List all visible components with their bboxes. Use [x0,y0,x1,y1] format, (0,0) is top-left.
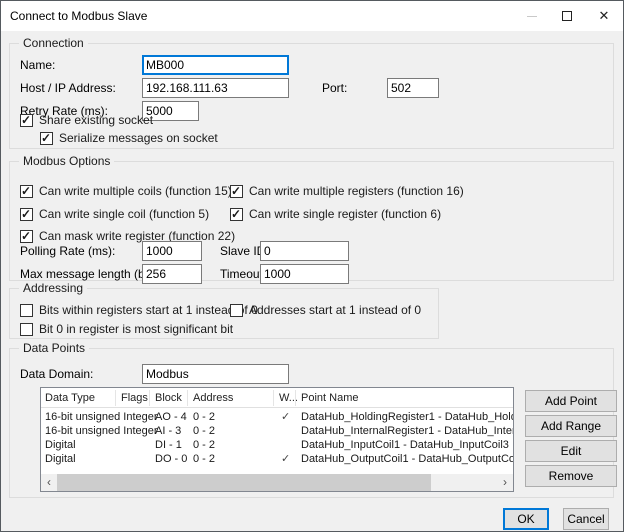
checkbox-box [40,132,53,145]
modbus-options-group: Modbus Options Can write multiple coils … [9,161,614,281]
cell-data-type: 16-bit unsigned Integer [45,410,158,424]
cell-block: AI - 3 [155,424,181,438]
cell-data-type: Digital [45,452,76,466]
checkbox-label: Serialize messages on socket [59,132,218,145]
addressing-group: Addressing Bits within registers start a… [9,288,439,339]
table-row[interactable]: 16-bit unsigned Integer AI - 3 0 - 2 Dat… [41,424,513,438]
cell-data-type: 16-bit unsigned Integer [45,424,158,438]
remove-button[interactable]: Remove [525,465,617,487]
data-points-group: Data Points Data Domain: Data Type Flags… [9,348,614,498]
slave-id-input[interactable] [260,241,349,261]
column-separator[interactable] [187,390,188,406]
checkbox-box [20,114,33,127]
minimize-button [515,1,549,31]
table-row[interactable]: 16-bit unsigned Integer AO - 4 0 - 2 ✓ D… [41,410,513,424]
column-header-point-name[interactable]: Point Name [301,388,358,408]
checkbox-box [230,304,243,317]
checkbox-label: Can write single register (function 6) [249,208,441,221]
name-label: Name: [20,55,55,75]
list-header: Data Type Flags Block Address W... Point… [41,388,513,408]
checkbox-box [20,323,33,336]
data-points-legend: Data Points [19,341,89,355]
column-header-flags[interactable]: Flags [121,388,148,408]
host-input[interactable] [142,78,289,98]
checkbox-box [230,185,243,198]
window-title: Connect to Modbus Slave [10,1,147,31]
connection-legend: Connection [19,36,88,50]
polling-rate-label: Polling Rate (ms): [20,241,115,261]
checkbox-box [230,208,243,221]
column-separator[interactable] [273,390,274,406]
addressing-legend: Addressing [19,281,87,295]
checkbox-box [20,208,33,221]
checkbox-box [20,304,33,317]
port-input[interactable] [387,78,439,98]
name-input[interactable] [142,55,289,75]
polling-rate-input[interactable] [142,241,202,261]
checkbox-label: Bits within registers start at 1 instead… [39,304,258,317]
checkbox-box [20,185,33,198]
checkbox-label: Can write multiple registers (function 1… [249,185,464,198]
data-domain-input[interactable] [142,364,289,384]
horizontal-scrollbar[interactable]: ‹ › [41,474,513,491]
scrollbar-thumb[interactable] [57,474,431,491]
cell-address: 0 - 2 [193,452,215,466]
checkbox-label: Share existing socket [39,114,153,127]
checkbox-label: Bit 0 in register is most significant bi… [39,323,233,336]
column-separator[interactable] [149,390,150,406]
checkbox-label: Can write single coil (function 5) [39,208,209,221]
maximize-icon [562,11,572,21]
cell-block: DI - 1 [155,438,182,452]
cell-address: 0 - 2 [193,424,215,438]
cell-address: 0 - 2 [193,410,215,424]
table-row[interactable]: Digital DO - 0 0 - 2 ✓ DataHub_OutputCoi… [41,452,513,466]
cell-address: 0 - 2 [193,438,215,452]
table-row[interactable]: Digital DI - 1 0 - 2 DataHub_InputCoil1 … [41,438,513,452]
cell-point-name: DataHub_OutputCoil1 - DataHub_OutputCoil… [301,452,514,466]
cell-block: AO - 4 [155,410,187,424]
maximize-button[interactable] [550,1,584,31]
cell-data-type: Digital [45,438,76,452]
cell-point-name: DataHub_InternalRegister1 - DataHub_Inte… [301,424,514,438]
scroll-right-icon[interactable]: › [497,474,513,491]
titlebar: Connect to Modbus Slave ✕ [1,1,623,31]
data-domain-label: Data Domain: [20,364,93,384]
timeout-input[interactable] [260,264,349,284]
column-header-block[interactable]: Block [155,388,182,408]
connect-to-modbus-slave-dialog: Connect to Modbus Slave ✕ Connection Nam… [0,0,624,532]
max-message-length-input[interactable] [142,264,202,284]
cell-point-name: DataHub_HoldingRegister1 - DataHub_Holdi… [301,410,514,424]
modbus-options-legend: Modbus Options [19,154,114,168]
cancel-button[interactable]: Cancel [563,508,609,530]
minimize-icon [527,16,537,17]
column-separator[interactable] [115,390,116,406]
writable-check-icon: ✓ [281,452,290,466]
column-separator[interactable] [295,390,296,406]
edit-button[interactable]: Edit [525,440,617,462]
writable-check-icon: ✓ [281,410,290,424]
close-icon: ✕ [599,1,610,31]
column-header-data-type[interactable]: Data Type [45,388,95,408]
checkbox-label: Can write multiple coils (function 15) [39,185,232,198]
cell-point-name: DataHub_InputCoil1 - DataHub_InputCoil3 [301,438,509,452]
add-point-button[interactable]: Add Point [525,390,617,412]
column-header-address[interactable]: Address [193,388,233,408]
ok-button[interactable]: OK [503,508,549,530]
add-range-button[interactable]: Add Range [525,415,617,437]
connection-group: Connection Name: Host / IP Address: Port… [9,43,614,149]
close-button[interactable]: ✕ [585,1,623,31]
checkbox-label: Addresses start at 1 instead of 0 [249,304,421,317]
cell-block: DO - 0 [155,452,187,466]
host-label: Host / IP Address: [20,78,116,98]
scroll-left-icon[interactable]: ‹ [41,474,57,491]
port-label: Port: [322,78,347,98]
data-points-list: Data Type Flags Block Address W... Point… [40,387,514,492]
